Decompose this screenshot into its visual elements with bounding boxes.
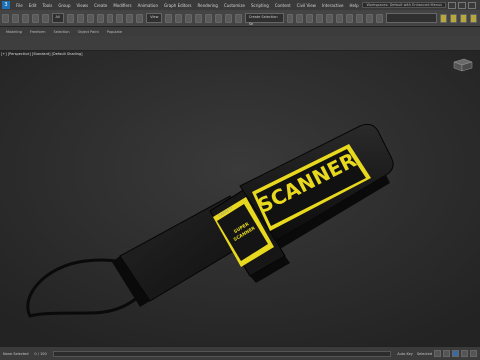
- scanner-main-label: SCANNER: [254, 148, 360, 218]
- edit-named-selection-icon[interactable]: [234, 13, 242, 23]
- layer-explorer-icon[interactable]: [306, 13, 314, 23]
- placement-icon[interactable]: [136, 13, 144, 23]
- menu-file[interactable]: File: [13, 3, 26, 8]
- tab-modeling[interactable]: Modeling: [6, 30, 22, 34]
- window-crossing-icon[interactable]: [96, 13, 104, 23]
- menu-tools[interactable]: Tools: [39, 3, 55, 8]
- pivot-center-icon[interactable]: [165, 13, 173, 23]
- menu-graph-editors[interactable]: Graph Editors: [161, 3, 194, 8]
- schematic-view-icon[interactable]: [336, 13, 343, 23]
- unlink-icon[interactable]: [31, 13, 39, 23]
- perspective-viewport[interactable]: [+] [Perspective] [Standard] [Default Sh…: [0, 51, 480, 346]
- material-editor-icon[interactable]: [346, 13, 353, 23]
- model-text-overlay: SCANNER SUPER SCANNER GARRETT: [217, 148, 360, 243]
- keyboard-shortcut-icon[interactable]: [185, 13, 193, 23]
- curve-editor-icon[interactable]: [326, 13, 334, 23]
- frame-counter[interactable]: 0 / 100: [34, 352, 46, 356]
- save-folder-icon[interactable]: [459, 13, 467, 23]
- project-folder-icon[interactable]: [440, 13, 448, 23]
- angle-snap-icon[interactable]: [205, 13, 212, 23]
- menu-views[interactable]: Views: [74, 3, 92, 8]
- ribbon-panel: [0, 36, 480, 51]
- select-by-name-icon[interactable]: [76, 13, 84, 23]
- zoom-icon[interactable]: [452, 350, 459, 357]
- workspace-selector[interactable]: Workspaces: Default with Enhanced Menus: [362, 2, 446, 8]
- menu-scripting[interactable]: Scripting: [248, 3, 272, 8]
- menu-civil-view[interactable]: Civil View: [294, 3, 319, 8]
- selected-dropdown[interactable]: Selected: [417, 352, 432, 356]
- mirror-icon[interactable]: [286, 13, 294, 23]
- rendered-frame-window-icon[interactable]: [365, 13, 373, 23]
- rotate-icon[interactable]: [116, 13, 124, 23]
- next-frame-icon[interactable]: [443, 350, 450, 357]
- maximize-icon[interactable]: [458, 1, 466, 9]
- menu-create[interactable]: Create: [91, 3, 110, 8]
- time-slider-track[interactable]: [52, 350, 392, 357]
- toggle-ribbon-icon[interactable]: [316, 13, 324, 23]
- play-icon[interactable]: [434, 350, 441, 357]
- menu-right-group: Workspaces: Default with Enhanced Menus: [362, 1, 480, 9]
- percent-snap-icon[interactable]: [214, 13, 222, 23]
- align-icon[interactable]: [296, 13, 304, 23]
- redo-icon[interactable]: [11, 13, 19, 23]
- spinner-snap-icon[interactable]: [224, 13, 232, 23]
- select-object-icon[interactable]: [66, 13, 74, 23]
- create-selection-set-dropdown[interactable]: Create Selection Se: [244, 13, 284, 26]
- menu-content[interactable]: Content: [272, 3, 294, 8]
- reference-coordinate-dropdown[interactable]: View: [146, 13, 163, 23]
- move-icon[interactable]: [106, 13, 114, 23]
- auto-key-button[interactable]: Auto Key: [397, 352, 413, 356]
- menu-animation[interactable]: Animation: [135, 3, 161, 8]
- render-production-icon[interactable]: [375, 13, 383, 23]
- menu-bar: 3 File Edit Tools Group Views Create Mod…: [0, 0, 480, 10]
- selection-status: None Selected: [3, 351, 29, 356]
- undo-icon[interactable]: [2, 13, 9, 23]
- menu-group[interactable]: Group: [55, 3, 73, 8]
- tab-object-paint[interactable]: Object Paint: [78, 30, 99, 34]
- minimize-icon[interactable]: [448, 1, 456, 9]
- scanner-brand-label: GARRETT: [217, 206, 234, 218]
- menu-interactive[interactable]: Interactive: [319, 3, 347, 8]
- app-logo-icon: 3: [2, 1, 10, 9]
- menu-edit[interactable]: Edit: [26, 3, 40, 8]
- orbit-icon[interactable]: [461, 350, 468, 357]
- tab-freeform[interactable]: Freeform: [30, 30, 46, 34]
- select-manipulate-icon[interactable]: [175, 13, 183, 23]
- scale-icon[interactable]: [126, 13, 134, 23]
- pan-icon[interactable]: [470, 350, 477, 357]
- open-folder-icon[interactable]: [450, 13, 457, 23]
- tab-populate[interactable]: Populate: [107, 30, 122, 34]
- tab-selection[interactable]: Selection: [54, 30, 70, 34]
- menu-rendering[interactable]: Rendering: [195, 3, 221, 8]
- menu-modifiers[interactable]: Modifiers: [110, 3, 134, 8]
- browse-folder-icon[interactable]: [469, 13, 477, 23]
- selection-filter-dropdown[interactable]: All: [51, 13, 64, 23]
- close-icon[interactable]: [468, 1, 476, 9]
- rectangle-selection-icon[interactable]: [86, 13, 94, 23]
- render-setup-icon[interactable]: [355, 13, 363, 23]
- ribbon-tabs: Modeling Freeform Selection Object Paint…: [0, 27, 480, 36]
- link-icon[interactable]: [21, 13, 29, 23]
- menu-help[interactable]: Help: [346, 3, 361, 8]
- status-bar: None Selected 0 / 100 Auto Key Selected: [0, 346, 480, 360]
- project-path-field[interactable]: [385, 13, 438, 23]
- snap-toggle-icon[interactable]: [195, 13, 203, 23]
- main-toolbar: All View Create Selection Se: [0, 10, 480, 27]
- bind-space-warp-icon[interactable]: [41, 13, 49, 23]
- menu-customize[interactable]: Customize: [221, 3, 248, 8]
